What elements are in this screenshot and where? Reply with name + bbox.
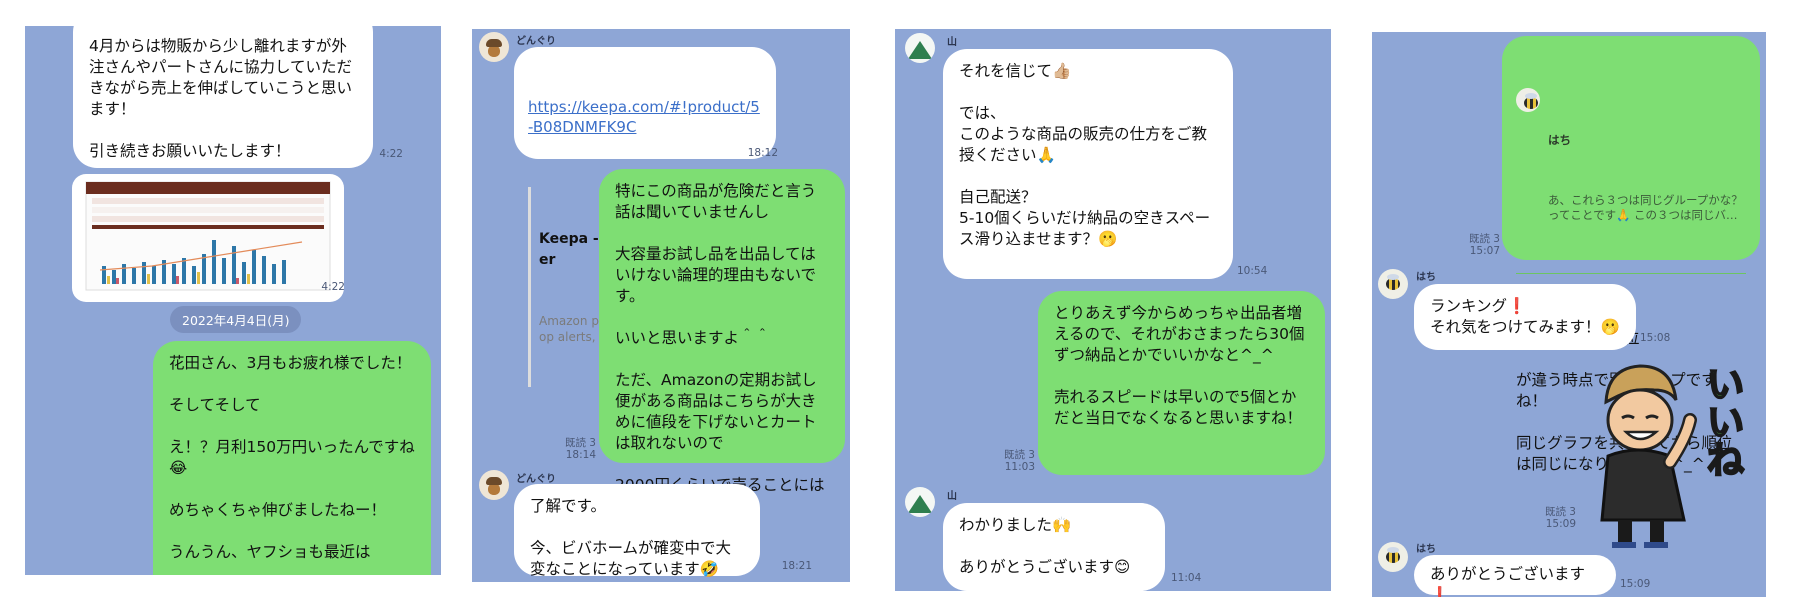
message-time: 11:03: [1004, 461, 1035, 473]
chat-panel-1[interactable]: 4月からは物販から少し離れますが外注さんやパートさんに協力していただきながら売上…: [25, 26, 441, 575]
message-time: 18:21: [781, 560, 812, 572]
message-bubble[interactable]: 4月からは物販から少し離れますが外注さんやパートさんに協力していただきながら売上…: [73, 26, 373, 168]
date-separator: 2022年4月4日(月): [170, 306, 302, 333]
sender-name: はち: [1416, 544, 1436, 555]
keepa-link[interactable]: https://keepa.com/#!product/5-B08DNMFK9C: [528, 97, 762, 137]
message-time: 18:12: [747, 147, 778, 159]
message-bubble[interactable]: とりあえず今からめっちゃ出品者増えるので、それがおさまったら30個ずつ納品とかで…: [1038, 291, 1325, 475]
chat-panel-2[interactable]: どんぐり https://keepa.com/#!product/5-B08DN…: [472, 29, 850, 582]
quoted-sender: はち: [1548, 133, 1571, 147]
chat-panel-3[interactable]: 山 それを信じて👍🏼 では、 このような商品の販売の仕方をご教授ください🙏 自己…: [895, 29, 1331, 591]
image-time: 4:22: [321, 281, 345, 293]
bee-avatar-icon: [1516, 88, 1540, 112]
message-bubble[interactable]: ありがとうございます❗: [1414, 555, 1616, 597]
message-time: 15:08: [1640, 332, 1671, 344]
message-time: 15:09: [1545, 518, 1576, 530]
sender-name: はち: [1416, 272, 1436, 283]
sender-name: どんぐり: [516, 36, 556, 47]
message-bubble[interactable]: 了解です。 今、ビバホームが確変中で大変なことになっています🤣: [514, 484, 760, 578]
message-bubble[interactable]: 特にこの商品が危険だと言う話は聞いていませんし 大容量お試し品を出品してはいけな…: [599, 169, 845, 515]
message-time: 15:09: [1620, 578, 1651, 590]
bee-avatar-icon[interactable]: [1378, 269, 1408, 299]
acorn-avatar-icon[interactable]: [479, 32, 509, 62]
acorn-avatar-icon[interactable]: [479, 470, 509, 500]
sender-name: 山: [947, 37, 957, 48]
message-time: 18:14: [565, 449, 596, 461]
message-time: 11:04: [1171, 572, 1202, 584]
message-time: 15:07: [1469, 245, 1500, 257]
message-time: 10:54: [1237, 265, 1268, 277]
sender-name: どんぐり: [516, 474, 556, 485]
quoted-text: あ、これら３つは同じグループかな？ってことです🙏 この３つは同じバ…: [1548, 193, 1743, 222]
message-time: 4:22: [379, 148, 403, 160]
link-message-bubble[interactable]: https://keepa.com/#!product/5-B08DNMFK9C…: [514, 47, 776, 387]
chat-panel-4[interactable]: はち あ、これら３つは同じグループかな？ってことです🙏 この３つは同じバ… ラン…: [1372, 32, 1766, 597]
message-bubble[interactable]: ランキング❗ それ気をつけてみます！🫢: [1414, 284, 1636, 350]
thumbs-up-sticker[interactable]: いいね: [1578, 360, 1746, 550]
mountain-avatar-icon[interactable]: [905, 487, 935, 517]
message-bubble[interactable]: わかりました🙌 ありがとうございます😊: [943, 503, 1165, 591]
bee-avatar-icon[interactable]: [1378, 542, 1408, 572]
sender-name: 山: [947, 491, 957, 502]
mountain-avatar-icon[interactable]: [905, 33, 935, 63]
reply-message-bubble[interactable]: はち あ、これら３つは同じグループかな？ってことです🙏 この３つは同じバ… ラン…: [1502, 36, 1760, 473]
sticker-text: いいね: [1699, 363, 1745, 479]
message-bubble[interactable]: それを信じて👍🏼 では、 このような商品の販売の仕方をご教授ください🙏 自己配送…: [943, 49, 1233, 279]
message-bubble[interactable]: 花田さん、3月もお疲れ様でした！ そしてそして え！？月利150万円いったんです…: [153, 341, 431, 575]
quoted-message[interactable]: はち あ、これら３つは同じグループかな？ってことです🙏 この３つは同じバ…: [1516, 88, 1746, 274]
